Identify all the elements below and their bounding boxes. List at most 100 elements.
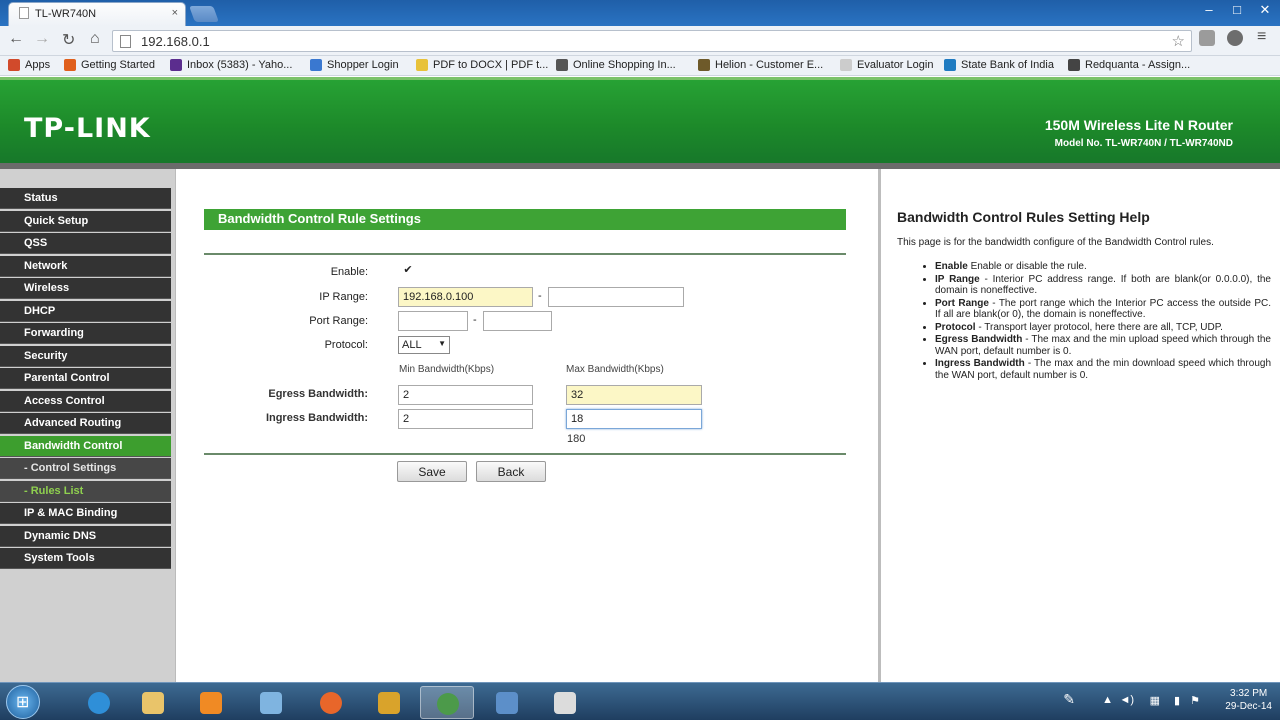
protocol-value: ALL	[402, 339, 422, 351]
ingress-max-input[interactable]: 18	[566, 409, 702, 429]
enable-checkbox[interactable]: ✔	[402, 265, 414, 277]
start-button[interactable]: ⊞	[6, 685, 40, 719]
window-controls: – □ ✕	[1200, 2, 1274, 18]
pen-icon[interactable]: ✎	[1063, 691, 1075, 708]
taskbar-remote-desktop-button[interactable]	[480, 686, 534, 719]
bookmark-icon	[8, 59, 20, 71]
bookmark-icon	[310, 59, 322, 71]
home-icon[interactable]: ⌂	[90, 30, 100, 48]
clock[interactable]: 3:32 PM 29-Dec-14	[1225, 687, 1272, 713]
back-button[interactable]: Back	[476, 461, 546, 482]
extension-icon[interactable]	[1199, 30, 1215, 46]
sidebar-item-rules-list[interactable]: - Rules List	[0, 480, 171, 502]
bookmark-label: Helion - Customer E...	[715, 59, 824, 71]
port-start-input[interactable]	[398, 311, 468, 331]
enable-label: Enable:	[330, 266, 368, 278]
battery-icon[interactable]: ▮	[1174, 694, 1180, 707]
new-tab-button[interactable]	[189, 6, 219, 22]
sidebar-item-bandwidth-control[interactable]: Bandwidth Control	[0, 435, 171, 457]
port-end-input[interactable]	[483, 311, 552, 331]
taskbar-paint-app-button[interactable]	[362, 686, 416, 719]
tab-close-icon[interactable]: ×	[172, 7, 178, 19]
sidebar-item-control-settings[interactable]: - Control Settings	[0, 458, 171, 479]
bookmark-item[interactable]: Inbox (5383) - Yaho...	[170, 59, 292, 71]
help-intro: This page is for the bandwidth configure…	[897, 237, 1214, 248]
range-separator: -	[473, 314, 477, 326]
network-icon[interactable]: ▦	[1150, 694, 1160, 707]
help-term: Ingress Bandwidth	[935, 358, 1025, 369]
taskbar-network-app-button[interactable]	[244, 686, 298, 719]
ip-end-input[interactable]	[548, 287, 684, 307]
bookmark-item[interactable]: Online Shopping In...	[556, 59, 676, 71]
back-arrow-icon[interactable]: ←	[8, 30, 24, 48]
chevron-down-icon: ▼	[438, 339, 446, 348]
menu-icon[interactable]: ≡	[1257, 28, 1266, 46]
sidebar-item-quick-setup[interactable]: Quick Setup	[0, 210, 171, 232]
maximize-button[interactable]: □	[1228, 2, 1246, 18]
flag-icon[interactable]: ⚑	[1190, 694, 1200, 707]
sidebar-item-dynamic-dns[interactable]: Dynamic DNS	[0, 525, 171, 547]
browser-tab[interactable]: TL-WR740N ×	[8, 2, 186, 26]
save-button[interactable]: Save	[397, 461, 467, 482]
bookmark-item[interactable]: Redquanta - Assign...	[1068, 59, 1190, 71]
bookmark-star-icon[interactable]: ☆	[1172, 32, 1185, 50]
taskbar-notes-app-button[interactable]	[538, 686, 592, 719]
clock-date: 29-Dec-14	[1225, 701, 1272, 712]
tray-arrow-icon[interactable]: ▲	[1102, 694, 1113, 706]
sidebar-item-status[interactable]: Status	[0, 188, 171, 209]
sidebar-item-forwarding[interactable]: Forwarding	[0, 323, 171, 344]
bookmark-item[interactable]: Apps	[8, 59, 50, 71]
sidebar-item-access-control[interactable]: Access Control	[0, 390, 171, 412]
egress-min-input[interactable]: 2	[398, 385, 533, 405]
divider	[204, 253, 846, 255]
forward-arrow-icon[interactable]: →	[34, 30, 50, 48]
sidebar-menu: Status Quick Setup QSS Network Wireless DHCP F…	[0, 169, 176, 682]
bookmark-label: Online Shopping In...	[573, 59, 676, 71]
bookmark-item[interactable]: Shopper Login	[310, 59, 399, 71]
address-bar[interactable]: 192.168.0.1 ☆	[112, 30, 1192, 52]
egress-max-input[interactable]: 32	[566, 385, 702, 405]
firefox-icon	[320, 692, 342, 714]
bookmark-label: Shopper Login	[327, 59, 399, 71]
sidebar-item-advanced-routing[interactable]: Advanced Routing	[0, 413, 171, 434]
sidebar-item-parental-control[interactable]: Parental Control	[0, 368, 171, 389]
help-item: Egress Bandwidth - The max and the min u…	[935, 334, 1271, 357]
autocomplete-suggestion[interactable]: 180	[567, 433, 703, 445]
port-range-label: Port Range:	[309, 315, 368, 327]
bookmark-icon	[944, 59, 956, 71]
bookmark-item[interactable]: Getting Started	[64, 59, 155, 71]
volume-icon[interactable]: ◄)	[1119, 694, 1134, 706]
sidebar-item-dhcp[interactable]: DHCP	[0, 300, 171, 322]
product-name: 150M Wireless Lite N Router	[1044, 117, 1233, 133]
taskbar-chrome-button[interactable]	[420, 686, 474, 719]
sidebar-item-wireless[interactable]: Wireless	[0, 278, 171, 299]
protocol-select[interactable]: ALL ▼	[398, 336, 450, 354]
page-icon	[19, 7, 29, 19]
sidebar-item-network[interactable]: Network	[0, 255, 171, 277]
sidebar-item-system-tools[interactable]: System Tools	[0, 548, 171, 569]
tab-title: TL-WR740N	[35, 8, 97, 20]
bookmark-item[interactable]: Evaluator Login	[840, 59, 933, 71]
taskbar-media-player-button[interactable]	[184, 686, 238, 719]
bookmark-item[interactable]: State Bank of India	[944, 59, 1054, 71]
range-separator: -	[538, 290, 542, 302]
ip-start-input[interactable]: 192.168.0.100	[398, 287, 533, 307]
reload-icon[interactable]: ↻	[62, 30, 75, 50]
taskbar-file-explorer-button[interactable]	[126, 686, 180, 719]
bookmark-label: Apps	[25, 59, 51, 71]
minimize-button[interactable]: –	[1200, 2, 1218, 18]
ingress-min-input[interactable]: 2	[398, 409, 533, 429]
sidebar-item-security[interactable]: Security	[0, 345, 171, 367]
taskbar-internet-explorer-button[interactable]	[72, 686, 126, 719]
taskbar-firefox-button[interactable]	[304, 686, 358, 719]
bookmark-label: State Bank of India	[961, 59, 1054, 71]
sidebar-item-qss[interactable]: QSS	[0, 233, 171, 254]
close-window-button[interactable]: ✕	[1256, 2, 1274, 18]
bookmark-item[interactable]: Helion - Customer E...	[698, 59, 823, 71]
help-term: IP Range	[935, 273, 980, 285]
browser-tab-strip: TL-WR740N × – □ ✕	[0, 0, 1280, 26]
bookmark-item[interactable]: PDF to DOCX | PDF t...	[416, 59, 548, 71]
extension-icon[interactable]	[1227, 30, 1243, 46]
sidebar-item-ip-mac-binding[interactable]: IP & MAC Binding	[0, 503, 171, 524]
network-app-icon	[260, 692, 282, 714]
